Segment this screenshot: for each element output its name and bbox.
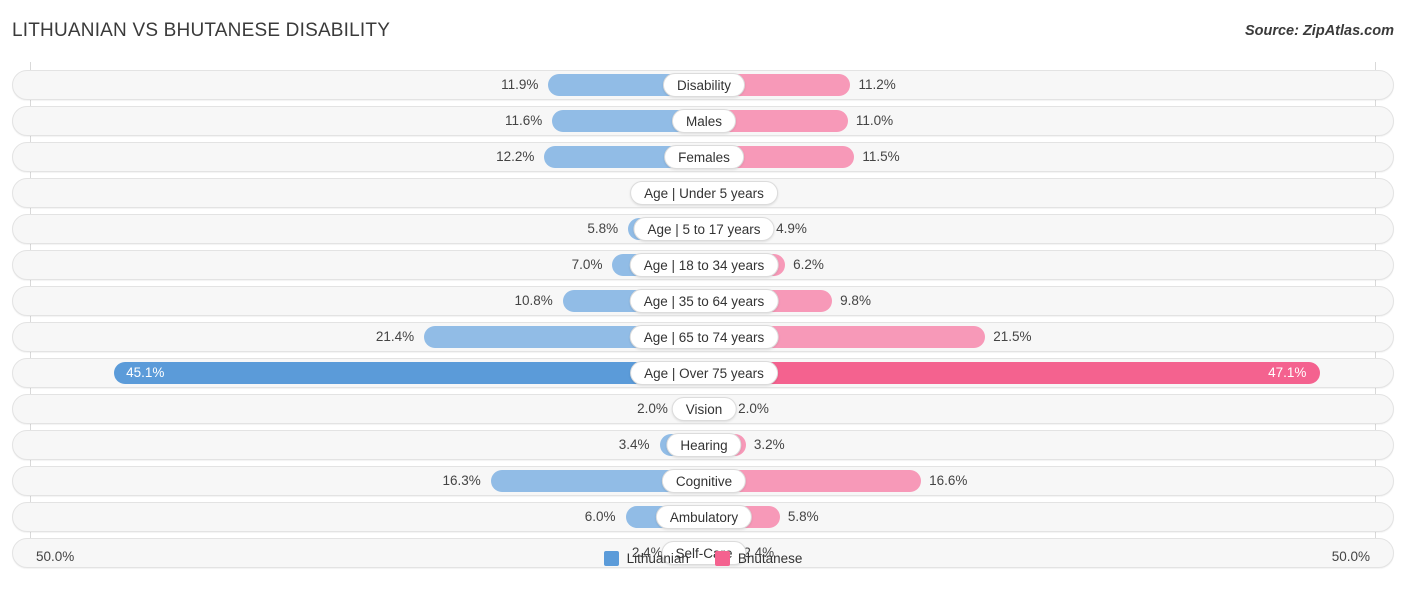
- legend-swatch-icon: [714, 551, 730, 566]
- value-label-bhutanese: 11.0%: [855, 113, 894, 128]
- value-label-bhutanese: 11.5%: [862, 149, 900, 164]
- table-row[interactable]: 6.0% 5.8% Ambulatory: [12, 502, 1394, 532]
- bar-lithuanian: [114, 362, 704, 384]
- row-content: 5.8% 4.9% Age | 5 to 17 years: [13, 215, 1393, 243]
- table-row[interactable]: 11.6% 11.0% Males: [12, 106, 1394, 136]
- value-label-bhutanese: 6.2%: [793, 257, 824, 272]
- row-content: 12.2% 11.5% Females: [13, 143, 1393, 171]
- category-label[interactable]: Vision: [671, 397, 737, 421]
- value-label-lithuanian: 16.3%: [442, 473, 481, 488]
- row-content: 21.4% 21.5% Age | 65 to 74 years: [13, 323, 1393, 351]
- legend-label: Lithuanian: [626, 551, 689, 566]
- row-content: 7.0% 6.2% Age | 18 to 34 years: [13, 251, 1393, 279]
- value-label-bhutanese: 21.5%: [993, 329, 1032, 344]
- value-label-bhutanese: 2.0%: [738, 401, 769, 416]
- value-label-bhutanese: 3.2%: [753, 437, 785, 452]
- bar-bhutanese: [704, 362, 1321, 384]
- value-label-bhutanese: 9.8%: [840, 293, 871, 308]
- category-label[interactable]: Disability: [662, 73, 746, 97]
- chart-legend: Lithuanian Bhutanese: [0, 551, 1406, 566]
- value-label-lithuanian: 11.6%: [505, 113, 543, 128]
- value-label-lithuanian: 12.2%: [496, 149, 535, 164]
- category-label[interactable]: Age | 18 to 34 years: [629, 253, 779, 277]
- value-label-lithuanian: 45.1%: [126, 365, 165, 380]
- table-row[interactable]: 16.3% 16.6% Cognitive: [12, 466, 1394, 496]
- row-content: 2.0% 2.0% Vision: [13, 395, 1393, 423]
- value-label-lithuanian: 10.8%: [514, 293, 553, 308]
- category-label[interactable]: Females: [664, 145, 744, 169]
- row-content: 10.8% 9.8% Age | 35 to 64 years: [13, 287, 1393, 315]
- row-content: 3.4% 3.2% Hearing: [13, 431, 1393, 459]
- table-row[interactable]: 21.4% 21.5% Age | 65 to 74 years: [12, 322, 1394, 352]
- value-label-bhutanese: 4.9%: [776, 221, 807, 236]
- value-label-lithuanian: 3.4%: [618, 437, 650, 452]
- value-label-lithuanian: 2.0%: [637, 401, 668, 416]
- row-content: 11.6% 11.0% Males: [13, 107, 1393, 135]
- table-row[interactable]: 12.2% 11.5% Females: [12, 142, 1394, 172]
- table-row[interactable]: 5.8% 4.9% Age | 5 to 17 years: [12, 214, 1394, 244]
- chart-plot-area: 11.9% 11.2% Disability 11.6% 11.0% Males 12.2%…: [0, 62, 1406, 574]
- row-content: 16.3% 16.6% Cognitive: [13, 467, 1393, 495]
- legend-label: Bhutanese: [737, 551, 803, 566]
- table-row[interactable]: 2.0% 2.0% Vision: [12, 394, 1394, 424]
- legend-swatch-icon: [603, 551, 619, 566]
- row-content: 6.0% 5.8% Ambulatory: [13, 503, 1393, 531]
- row-content: 1.6%1.2%Age | Under 5 years: [13, 179, 1393, 207]
- table-row[interactable]: 1.6%1.2%Age | Under 5 years: [12, 178, 1394, 208]
- category-label[interactable]: Age | 35 to 64 years: [629, 289, 779, 313]
- table-row[interactable]: 11.9% 11.2% Disability: [12, 70, 1394, 100]
- table-row[interactable]: 7.0% 6.2% Age | 18 to 34 years: [12, 250, 1394, 280]
- value-label-lithuanian: 11.9%: [501, 77, 539, 92]
- category-label[interactable]: Ambulatory: [655, 505, 753, 529]
- category-label[interactable]: Age | 5 to 17 years: [633, 217, 775, 241]
- value-label-lithuanian: 5.8%: [587, 221, 619, 236]
- value-label-bhutanese: 47.1%: [1268, 365, 1307, 380]
- table-row[interactable]: 10.8% 9.8% Age | 35 to 64 years: [12, 286, 1394, 316]
- legend-item[interactable]: Lithuanian: [603, 551, 689, 566]
- value-label-bhutanese: 16.6%: [929, 473, 968, 488]
- category-label[interactable]: Cognitive: [661, 469, 747, 493]
- category-label[interactable]: Age | Under 5 years: [630, 181, 778, 205]
- category-label[interactable]: Age | 65 to 74 years: [629, 325, 779, 349]
- table-row[interactable]: 3.4% 3.2% Hearing: [12, 430, 1394, 460]
- value-label-bhutanese: 11.2%: [858, 77, 896, 92]
- value-label-lithuanian: 6.0%: [584, 509, 616, 524]
- table-row[interactable]: 45.1% 47.1% Age | Over 75 years: [12, 358, 1394, 388]
- source-attribution: Source: ZipAtlas.com: [1244, 23, 1394, 39]
- category-label[interactable]: Males: [671, 109, 737, 133]
- value-label-lithuanian: 21.4%: [375, 329, 415, 344]
- chart-header: LITHUANIAN VS BHUTANESE DISABILITY Sourc…: [0, 0, 1406, 62]
- row-content: 45.1% 47.1% Age | Over 75 years: [13, 359, 1393, 387]
- legend-item[interactable]: Bhutanese: [714, 551, 803, 566]
- category-label[interactable]: Age | Over 75 years: [630, 361, 778, 385]
- category-label[interactable]: Hearing: [666, 433, 742, 457]
- value-label-bhutanese: 5.8%: [787, 509, 819, 524]
- value-label-lithuanian: 7.0%: [571, 257, 603, 272]
- row-content: 11.9% 11.2% Disability: [13, 71, 1393, 99]
- page-title: LITHUANIAN VS BHUTANESE DISABILITY: [12, 20, 391, 41]
